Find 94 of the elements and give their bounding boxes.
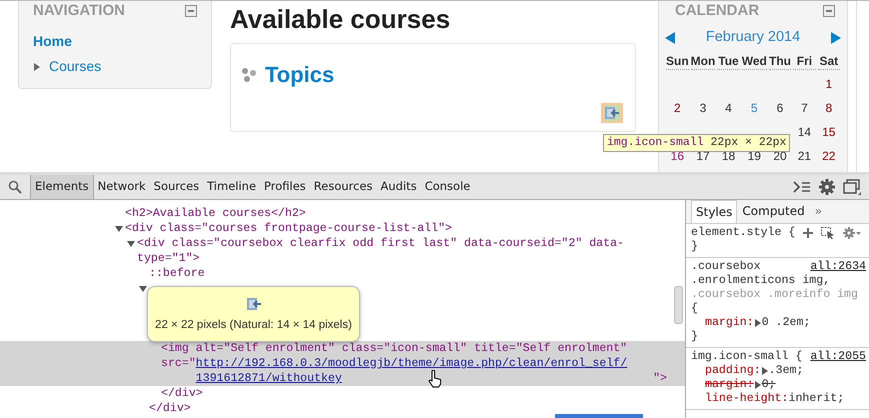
minimize-icon[interactable] [185,5,197,17]
rule-selector: element.style { [691,226,796,240]
expand-icon[interactable] [754,381,762,389]
calendar-day[interactable]: 20 [773,149,787,163]
panel-tab[interactable]: Elements [30,175,94,199]
calendar-day[interactable]: 19 [748,149,761,163]
rule-brace: { [691,302,699,316]
course-icon [241,66,257,82]
weekday-label: Wed [742,53,767,70]
course-link[interactable]: Topics [265,58,334,91]
element-picker-icon[interactable] [821,227,836,239]
calendar-day[interactable]: 18 [722,149,736,163]
property-value[interactable]: .3em; [768,364,804,378]
rule-brace: } [691,240,699,254]
code-text[interactable]: src=" [161,356,196,386]
rule-selector: .coursebox .moreinfo img [691,288,859,302]
weekday-label: Sat [818,53,840,70]
code-line[interactable]: <img alt="Self enrolment" class="icon-small" title="Self enrolment" [161,341,667,356]
calendar-day[interactable]: 16 [670,149,684,163]
calendar-day[interactable]: 21 [798,149,812,163]
rule-selector: .enrolmenticons img, [691,274,832,288]
rule-brace: } [691,330,699,344]
search-icon[interactable] [8,180,22,194]
block-title: CALENDAR [675,1,760,21]
scrollbar-thumb[interactable] [555,414,643,418]
calendar-day[interactable]: 22 [822,149,836,163]
code-line[interactable]: <h2>Available courses</h2> [125,206,306,221]
weekday-label: Tue [717,53,740,70]
calendar-day[interactable]: 8 [825,101,832,115]
more-tabs-button[interactable]: » [810,200,828,223]
panel-tab[interactable]: Timeline [203,175,260,199]
source-link[interactable]: all:2634 [810,260,866,274]
code-line[interactable]: ::before [149,266,205,281]
panel-tab[interactable]: Network [94,175,150,199]
calendar-day[interactable]: 2 [674,101,681,115]
property-value[interactable]: inherit; [788,392,844,406]
console-drawer-icon[interactable] [793,181,811,193]
settings-icon[interactable] [843,227,862,239]
calendar-day[interactable]: 3 [700,101,706,115]
nav-link[interactable]: Home [33,31,72,52]
element-tooltip: img.icon-small 22px × 22px [603,134,790,152]
previous-month-icon[interactable] [665,32,675,44]
calendar-day[interactable]: 1 [825,77,832,91]
image-preview-icon [246,296,262,312]
panel-tab[interactable]: Console [420,175,474,199]
property-value[interactable]: 0; [762,378,776,392]
nav-link[interactable]: Courses [49,56,102,77]
collapse-icon[interactable] [139,285,147,293]
code-line[interactable]: <div class="courses frontpage-course-list-all"> [125,221,452,236]
settings-icon[interactable] [819,179,835,195]
property-name[interactable]: margin: [705,378,754,392]
image-size-text: 22 × 22 pixels (Natural: 14 × 14 pixels) [155,318,352,332]
collapse-icon[interactable] [127,240,135,248]
code-text[interactable]: "> [653,371,667,386]
block-title: NAVIGATION [33,1,125,21]
url-link[interactable]: http://192.168.0.3/moodlegjb/theme/image.php/clean/enrol_self/1391612871/withoutkey [196,356,654,386]
next-month-icon[interactable] [831,32,841,44]
property-value[interactable]: 0 .2em; [762,316,810,330]
calendar-day[interactable]: 7 [801,101,808,115]
source-link[interactable]: all:2055 [810,350,866,364]
expand-icon[interactable] [33,62,41,70]
code-line[interactable]: <div class="coursebox clearfix odd first last" data-courseid="2" data-type="1"> [137,236,667,266]
panel-tab[interactable]: Sources [150,175,204,199]
month-title: February 2014 [706,28,800,48]
code-line[interactable]: </div> [161,386,203,401]
weekday-label: Thu [768,53,792,70]
property-name[interactable]: margin: [705,316,754,330]
rule-selector: img.icon-small { [691,350,802,364]
weekday-label: Fri [793,53,816,70]
panel-tab[interactable]: Profiles [260,175,310,199]
expand-icon[interactable] [754,319,762,327]
calendar-day[interactable]: 4 [725,101,732,115]
page-heading: Available courses [230,3,452,35]
expand-icon[interactable] [760,367,769,375]
calendar-day[interactable]: 6 [776,101,784,115]
weekday-label: Sun [666,53,689,70]
weekday-label: Mon [690,53,716,70]
scrollbar-thumb[interactable] [674,286,683,324]
add-icon[interactable] [803,228,814,238]
calendar-day[interactable]: 14 [798,125,812,139]
hand-cursor-icon [428,370,442,388]
minimize-icon[interactable] [823,5,835,17]
rule-selector: .coursebox [691,260,761,274]
calendar-day[interactable]: 17 [696,149,710,163]
panel-tab[interactable]: Audits [376,175,421,199]
sidebar-tab[interactable]: Computed [737,200,810,223]
property-name[interactable]: line-height: [705,392,788,406]
calendar-day[interactable]: 15 [822,125,836,139]
property-name[interactable]: padding: [705,364,761,378]
sidebar-tab[interactable]: Styles [691,200,738,223]
code-line[interactable]: </div> [149,401,191,416]
collapse-icon[interactable] [115,225,123,233]
panel-tab[interactable]: Resources [310,175,377,199]
dock-icon[interactable] [843,179,861,195]
